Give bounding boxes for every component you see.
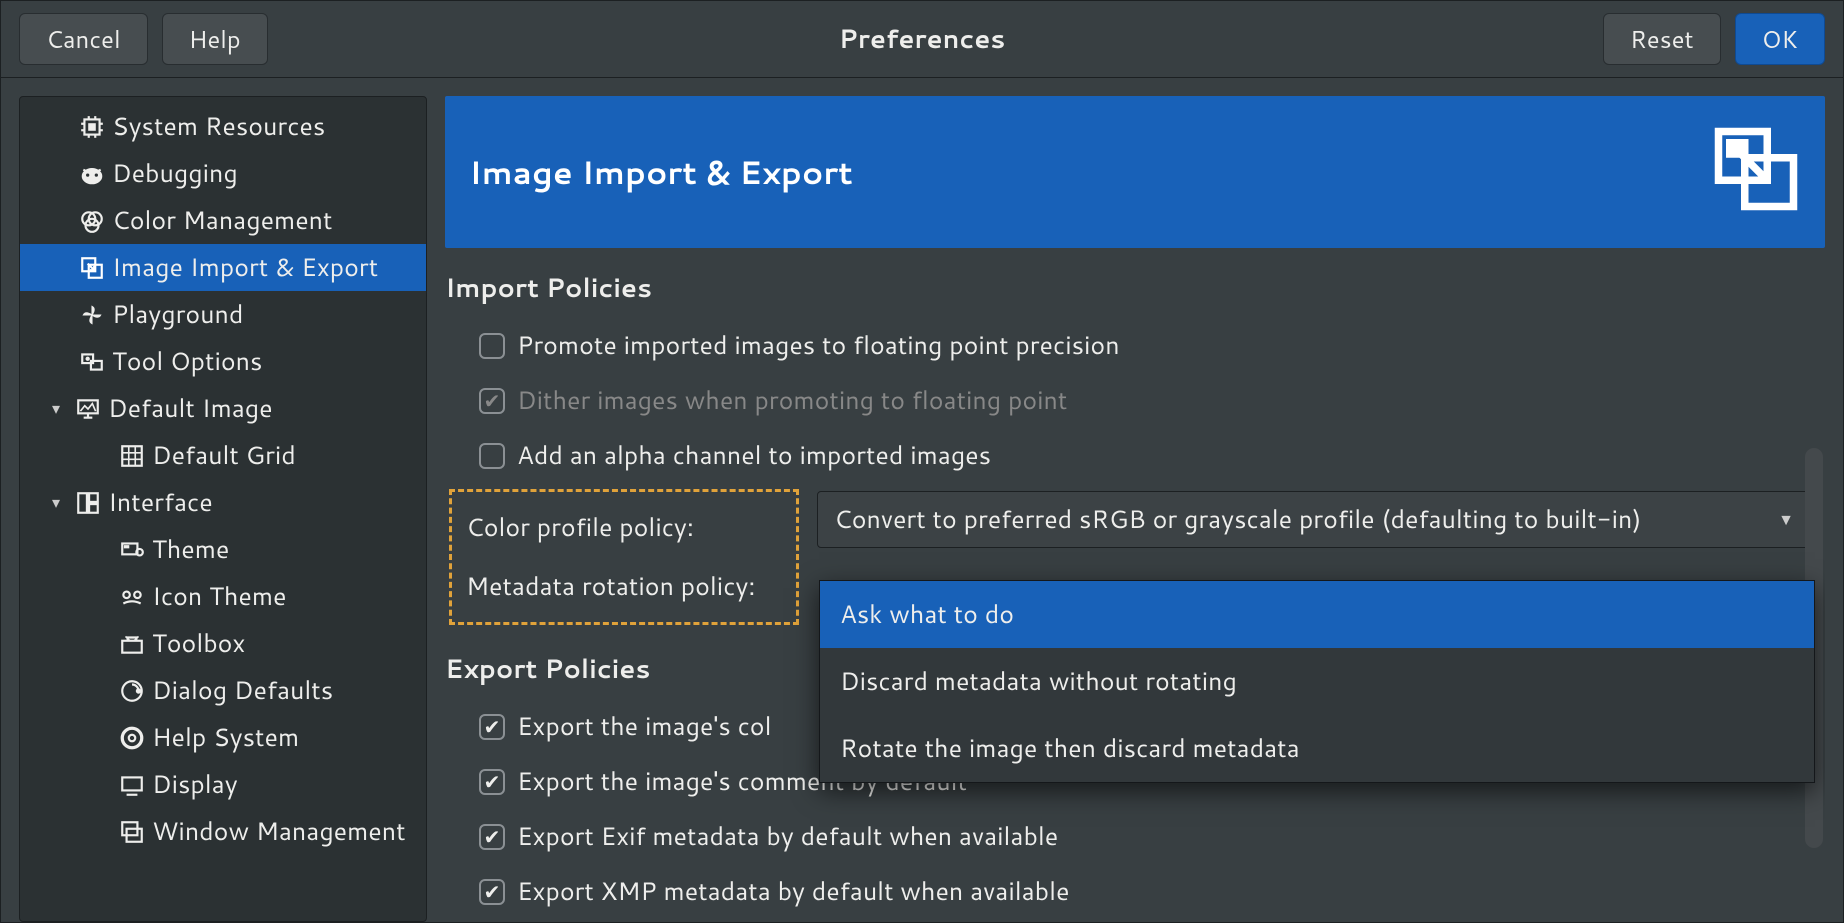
sidebar-item-label: Default Image xyxy=(108,391,273,426)
sidebar-item-debugging[interactable]: Debugging xyxy=(20,150,426,197)
sidebar-item-playground[interactable]: Playground xyxy=(20,291,426,338)
sidebar-item-image-import-export[interactable]: Image Import & Export xyxy=(20,244,426,291)
color-circles-icon xyxy=(78,207,106,235)
dither-row: Dither images when promoting to floating… xyxy=(445,373,1821,428)
category-sidebar: System Resources Debugging Color Managem… xyxy=(19,96,427,922)
chip-icon xyxy=(78,113,106,141)
sidebar-item-help-system[interactable]: Help System xyxy=(20,714,426,761)
alpha-label: Add an alpha channel to imported images xyxy=(517,438,991,473)
sidebar-item-label: Help System xyxy=(152,720,299,755)
main-panel: Image Import & Export Import Policies Pr… xyxy=(445,96,1825,922)
dialog-title: Preferences xyxy=(839,21,1006,57)
sidebar-item-label: Tool Options xyxy=(112,344,262,379)
color-profile-combo[interactable]: Convert to preferred sRGB or grayscale p… xyxy=(817,491,1811,548)
dialog-defaults-icon xyxy=(118,677,146,705)
export-exif-label: Export Exif metadata by default when ava… xyxy=(517,819,1058,854)
grid-icon xyxy=(118,442,146,470)
help-system-icon xyxy=(118,724,146,752)
sidebar-item-label: Theme xyxy=(152,532,229,567)
export-xmp-label: Export XMP metadata by default when avai… xyxy=(517,874,1069,909)
sidebar-item-label: Icon Theme xyxy=(152,579,287,614)
sidebar-item-default-image[interactable]: ▾ Default Image xyxy=(20,385,426,432)
export-color-checkbox[interactable] xyxy=(479,714,505,740)
dither-label: Dither images when promoting to floating… xyxy=(517,383,1067,418)
sidebar-item-label: Playground xyxy=(112,297,243,332)
alpha-row[interactable]: Add an alpha channel to imported images xyxy=(445,428,1821,483)
policy-highlight: Color profile policy: Metadata rotation … xyxy=(449,489,799,625)
tool-options-icon xyxy=(78,348,106,376)
expander-icon: ▾ xyxy=(52,397,68,420)
display-icon xyxy=(118,771,146,799)
dropdown-option-rotate[interactable]: Rotate the image then discard metadata xyxy=(820,715,1814,782)
content-area: Import Policies Promote imported images … xyxy=(445,248,1825,922)
promote-checkbox[interactable] xyxy=(479,333,505,359)
help-button[interactable]: Help xyxy=(162,13,268,65)
pinwheel-icon xyxy=(78,301,106,329)
sidebar-item-icon-theme[interactable]: Icon Theme xyxy=(20,573,426,620)
icon-theme-icon xyxy=(118,583,146,611)
sidebar-item-label: Color Management xyxy=(112,203,332,238)
sidebar-item-tool-options[interactable]: Tool Options xyxy=(20,338,426,385)
dropdown-option-discard[interactable]: Discard metadata without rotating xyxy=(820,648,1814,715)
sidebar-item-label: Window Management xyxy=(152,814,406,849)
promote-label: Promote imported images to floating poin… xyxy=(517,328,1120,363)
sidebar-item-toolbox[interactable]: Toolbox xyxy=(20,620,426,667)
page-title: Image Import & Export xyxy=(469,150,853,195)
sidebar-item-interface[interactable]: ▾ Interface xyxy=(20,479,426,526)
chevron-down-icon: ▼ xyxy=(1778,508,1794,531)
dropdown-option-ask[interactable]: Ask what to do xyxy=(820,581,1814,648)
import-export-icon xyxy=(78,254,106,282)
ok-button[interactable]: OK xyxy=(1735,13,1825,65)
sidebar-item-dialog-defaults[interactable]: Dialog Defaults xyxy=(20,667,426,714)
import-section-title: Import Policies xyxy=(445,270,1821,306)
sidebar-item-label: Interface xyxy=(108,485,213,520)
sidebar-item-system-resources[interactable]: System Resources xyxy=(20,103,426,150)
expander-icon: ▾ xyxy=(52,491,68,514)
import-export-large-icon xyxy=(1711,124,1801,220)
reset-button[interactable]: Reset xyxy=(1603,13,1721,65)
interface-icon xyxy=(74,489,102,517)
sidebar-item-display[interactable]: Display xyxy=(20,761,426,808)
export-color-label: Export the image's col xyxy=(517,709,771,744)
export-xmp-row[interactable]: Export XMP metadata by default when avai… xyxy=(445,864,1821,919)
preferences-window: Cancel Help Preferences Reset OK System … xyxy=(0,0,1844,923)
color-profile-label: Color profile policy: xyxy=(466,510,694,545)
sidebar-item-label: Image Import & Export xyxy=(112,250,378,285)
export-exif-row[interactable]: Export Exif metadata by default when ava… xyxy=(445,809,1821,864)
cancel-button[interactable]: Cancel xyxy=(19,13,148,65)
sidebar-item-theme[interactable]: Theme xyxy=(20,526,426,573)
metadata-rotation-dropdown: Ask what to do Discard metadata without … xyxy=(819,580,1815,783)
sidebar-item-color-management[interactable]: Color Management xyxy=(20,197,426,244)
metadata-rotation-label: Metadata rotation policy: xyxy=(466,569,755,604)
sidebar-item-window-management[interactable]: Window Management xyxy=(20,808,426,855)
sidebar-item-label: Debugging xyxy=(112,156,238,191)
main-header: Image Import & Export xyxy=(445,96,1825,248)
sidebar-item-label: Dialog Defaults xyxy=(152,673,333,708)
sidebar-item-label: System Resources xyxy=(112,109,325,144)
sidebar-item-label: Toolbox xyxy=(152,626,245,661)
export-exif-checkbox[interactable] xyxy=(479,824,505,850)
dither-checkbox xyxy=(479,388,505,414)
titlebar: Cancel Help Preferences Reset OK xyxy=(1,1,1843,78)
export-xmp-checkbox[interactable] xyxy=(479,879,505,905)
export-comment-checkbox[interactable] xyxy=(479,769,505,795)
monitor-icon xyxy=(74,395,102,423)
alpha-checkbox[interactable] xyxy=(479,443,505,469)
theme-icon xyxy=(118,536,146,564)
sidebar-item-default-grid[interactable]: Default Grid xyxy=(20,432,426,479)
color-profile-value: Convert to preferred sRGB or grayscale p… xyxy=(834,502,1641,537)
sidebar-item-label: Display xyxy=(152,767,238,802)
sidebar-item-label: Default Grid xyxy=(152,438,296,473)
promote-row[interactable]: Promote imported images to floating poin… xyxy=(445,318,1821,373)
wilber-icon xyxy=(78,160,106,188)
toolbox-icon xyxy=(118,630,146,658)
window-management-icon xyxy=(118,818,146,846)
